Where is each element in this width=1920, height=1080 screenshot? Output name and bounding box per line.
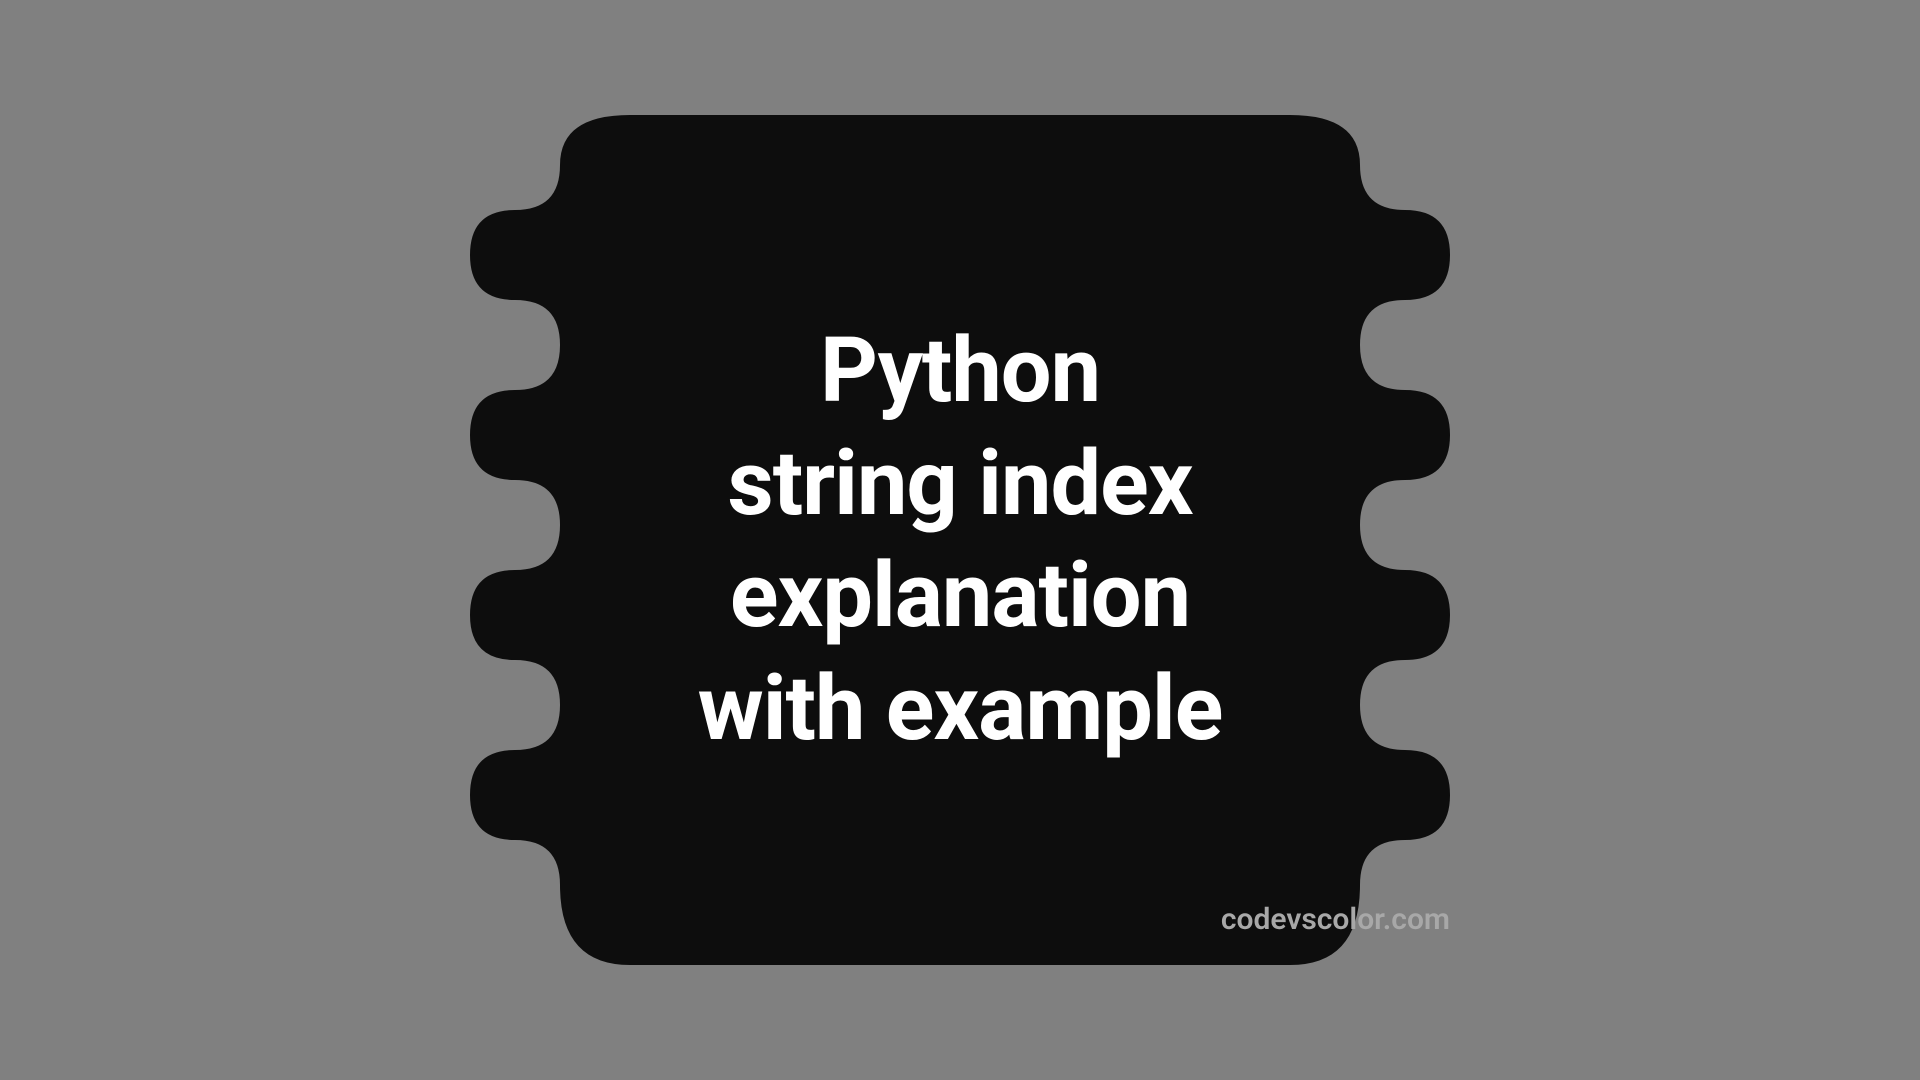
title-line-1: Python [698, 315, 1223, 428]
inner-card: Python string index explanation with exa… [210, 115, 1710, 965]
title-text: Python string index explanation with exa… [698, 315, 1223, 765]
card-container: Python string index explanation with exa… [210, 115, 1710, 965]
content-area: Python string index explanation with exa… [698, 315, 1223, 765]
title-line-4: with example [698, 653, 1223, 766]
title-line-3: explanation [698, 540, 1223, 653]
title-line-2: string index [698, 428, 1223, 541]
attribution-text: codevscolor.com [1221, 902, 1450, 937]
